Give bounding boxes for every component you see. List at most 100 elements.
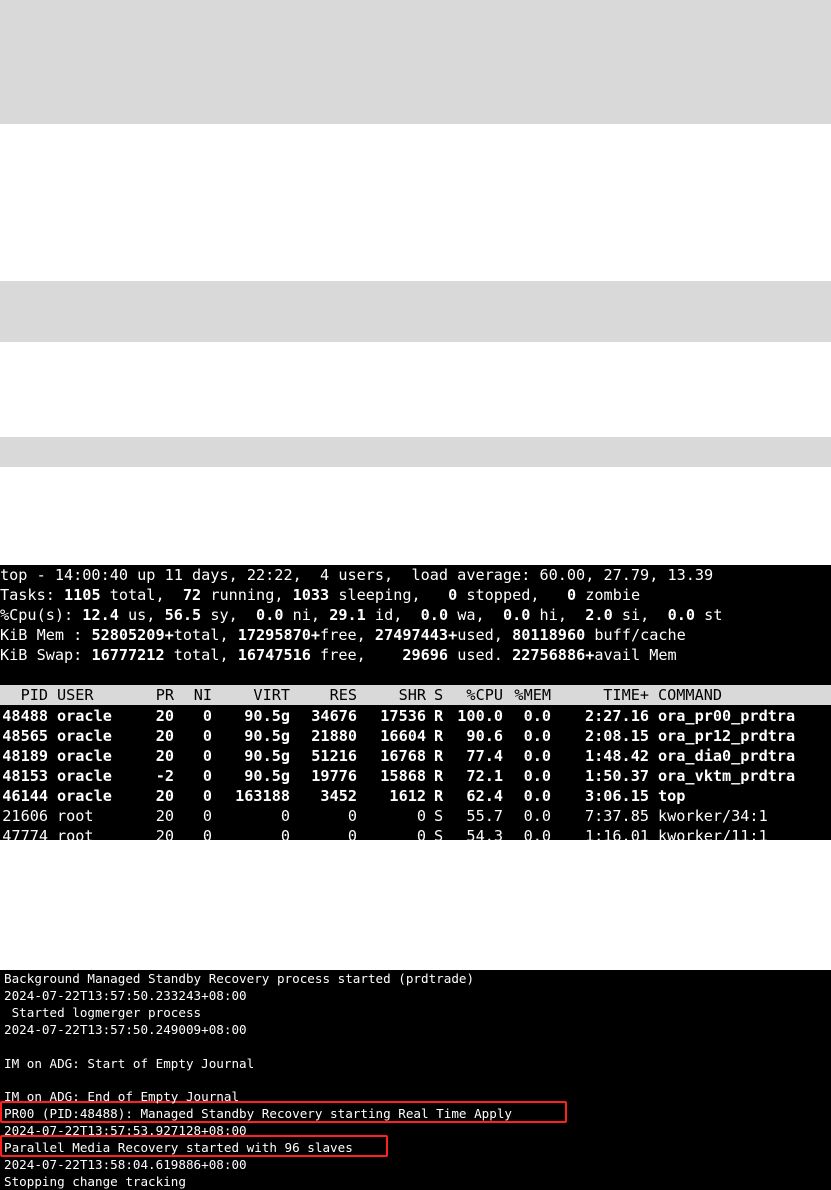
column-header-shr: SHR	[398, 686, 426, 704]
gray-band-top	[0, 0, 831, 124]
process-cell-time: 2:27.16	[584, 707, 649, 725]
process-cell-pid: 48189	[2, 747, 48, 765]
column-header-time: TIME+	[603, 686, 649, 704]
log-line: 2024-07-22T13:57:53.927128+08:00	[4, 1123, 247, 1139]
process-row: 48488 oracle 20 0 90.5g 34676 17536 R 100.0 0.0 2:…	[0, 706, 831, 726]
top-terminal: top - 14:00:40 up 11 days, 22:22, 4 user…	[0, 565, 831, 840]
process-cell-pr: 20	[155, 707, 174, 725]
process-cell-state: S	[434, 827, 444, 840]
process-cell-pr: 20	[155, 807, 174, 825]
process-cell-pr: 20	[155, 727, 174, 745]
process-cell-pr: 20	[155, 827, 174, 840]
process-cell-shr: 16768	[380, 747, 426, 765]
process-row: 48189 oracle 20 0 90.5g 51216 16768 R 77.4 0.0 1:4…	[0, 746, 831, 766]
column-header-virt: VIRT	[253, 686, 290, 704]
process-cell-shr: 16604	[380, 727, 426, 745]
process-cell-ni: 0	[202, 727, 212, 745]
process-cell-cpu: 55.7	[466, 807, 503, 825]
column-header-pid: PID	[20, 686, 48, 704]
column-header-ni: NI	[193, 686, 212, 704]
process-cell-virt: 90.5g	[244, 707, 290, 725]
process-row: 48153 oracle -2 0 90.5g 19776 15868 R 72.1 0.0 1:5…	[0, 766, 831, 786]
column-header-cpu: %CPU	[466, 686, 503, 704]
log-line: 2024-07-22T13:57:50.249009+08:00	[4, 1021, 247, 1037]
process-cell-shr: 1612	[389, 787, 426, 805]
column-header-pr: PR	[155, 686, 174, 704]
process-cell-state: R	[434, 747, 444, 765]
column-header-command: COMMAND	[658, 686, 723, 704]
process-cell-mem: 0.0	[523, 787, 551, 805]
column-header-user: USER	[57, 686, 94, 704]
process-cell-pr: -2	[155, 767, 174, 785]
process-cell-pid: 48488	[2, 707, 48, 725]
process-cell-shr: 17536	[380, 707, 426, 725]
process-cell-ni: 0	[202, 767, 212, 785]
process-cell-user: oracle	[57, 747, 112, 765]
process-cell-command: kworker/11:1	[658, 827, 768, 840]
process-cell-virt: 163188	[235, 787, 290, 805]
process-cell-state: R	[434, 707, 444, 725]
gray-band-lower	[0, 437, 831, 467]
log-line: 2024-07-22T13:57:50.233243+08:00	[4, 987, 247, 1003]
process-cell-mem: 0.0	[523, 707, 551, 725]
process-cell-user: oracle	[57, 727, 112, 745]
process-cell-ni: 0	[202, 787, 212, 805]
process-cell-virt: 90.5g	[244, 747, 290, 765]
process-cell-pid: 46144	[2, 787, 48, 805]
process-cell-ni: 0	[202, 707, 212, 725]
process-cell-res: 21880	[311, 727, 357, 745]
process-cell-mem: 0.0	[523, 727, 551, 745]
process-cell-state: R	[434, 787, 444, 805]
column-header-res: RES	[329, 686, 357, 704]
process-cell-ni: 0	[202, 747, 212, 765]
process-cell-pid: 21606	[2, 807, 48, 825]
process-cell-time: 1:50.37	[584, 767, 649, 785]
log-line: IM on ADG: End of Empty Journal	[4, 1089, 240, 1105]
process-cell-user: root	[57, 807, 94, 825]
process-cell-cpu: 72.1	[466, 767, 503, 785]
process-cell-cpu: 90.6	[466, 727, 503, 745]
process-cell-cpu: 62.4	[466, 787, 503, 805]
process-cell-user: root	[57, 827, 94, 840]
process-row: 46144 oracle 20 0 163188 3452 1612 R 62.4 0.0 3:06…	[0, 786, 831, 806]
process-cell-ni: 0	[202, 807, 212, 825]
process-row: 47774 root 20 0 0 0 0 S 54.3 0.0 1:16.01 kworker/11…	[0, 826, 831, 840]
log-line: PR00 (PID:48488): Managed Standby Recove…	[4, 1106, 512, 1122]
process-cell-res: 3452	[320, 787, 357, 805]
process-cell-user: oracle	[57, 767, 112, 785]
column-header-mem: %MEM	[514, 686, 551, 704]
process-cell-shr: 0	[416, 827, 426, 840]
process-cell-pid: 48565	[2, 727, 48, 745]
process-cell-shr: 0	[416, 807, 426, 825]
log-line: Started logmerger process	[4, 1004, 202, 1020]
process-cell-res: 0	[347, 827, 357, 840]
process-cell-pr: 20	[155, 747, 174, 765]
process-cell-command: ora_pr12_prdtra	[658, 727, 796, 745]
process-cell-mem: 0.0	[523, 747, 551, 765]
process-cell-time: 3:06.15	[584, 787, 649, 805]
process-cell-virt: 90.5g	[244, 767, 290, 785]
process-cell-res: 19776	[311, 767, 357, 785]
alert-log-terminal: Background Managed Standby Recovery proc…	[0, 970, 831, 1190]
process-cell-state: S	[434, 807, 444, 825]
top-tasks-line: Tasks: 1105 total, 72 running, 1033 slee…	[0, 586, 641, 604]
log-line: Stopping change tracking	[4, 1173, 186, 1189]
process-cell-command: ora_dia0_prdtra	[658, 747, 796, 765]
process-cell-state: R	[434, 727, 444, 745]
process-cell-state: R	[434, 767, 444, 785]
gray-band-middle	[0, 281, 831, 342]
process-cell-virt: 0	[280, 827, 290, 840]
process-cell-pr: 20	[155, 787, 174, 805]
process-table-header: PID USER PR NI VIRT RES SHR S %CPU %MEM TIME+ COMMA…	[0, 685, 831, 705]
process-cell-mem: 0.0	[523, 767, 551, 785]
process-cell-mem: 0.0	[523, 807, 551, 825]
log-line: IM on ADG: Start of Empty Journal	[4, 1055, 255, 1071]
process-cell-command: top	[658, 787, 686, 805]
top-uptime-line: top - 14:00:40 up 11 days, 22:22, 4 user…	[0, 566, 714, 584]
process-cell-ni: 0	[202, 827, 212, 840]
top-swap-line: KiB Swap: 16777212 total, 16747516 free,…	[0, 646, 677, 664]
process-cell-cpu: 77.4	[466, 747, 503, 765]
process-cell-cpu: 54.3	[466, 827, 503, 840]
log-line: Parallel Media Recovery started with 96 …	[4, 1140, 353, 1155]
process-cell-res: 34676	[311, 707, 357, 725]
